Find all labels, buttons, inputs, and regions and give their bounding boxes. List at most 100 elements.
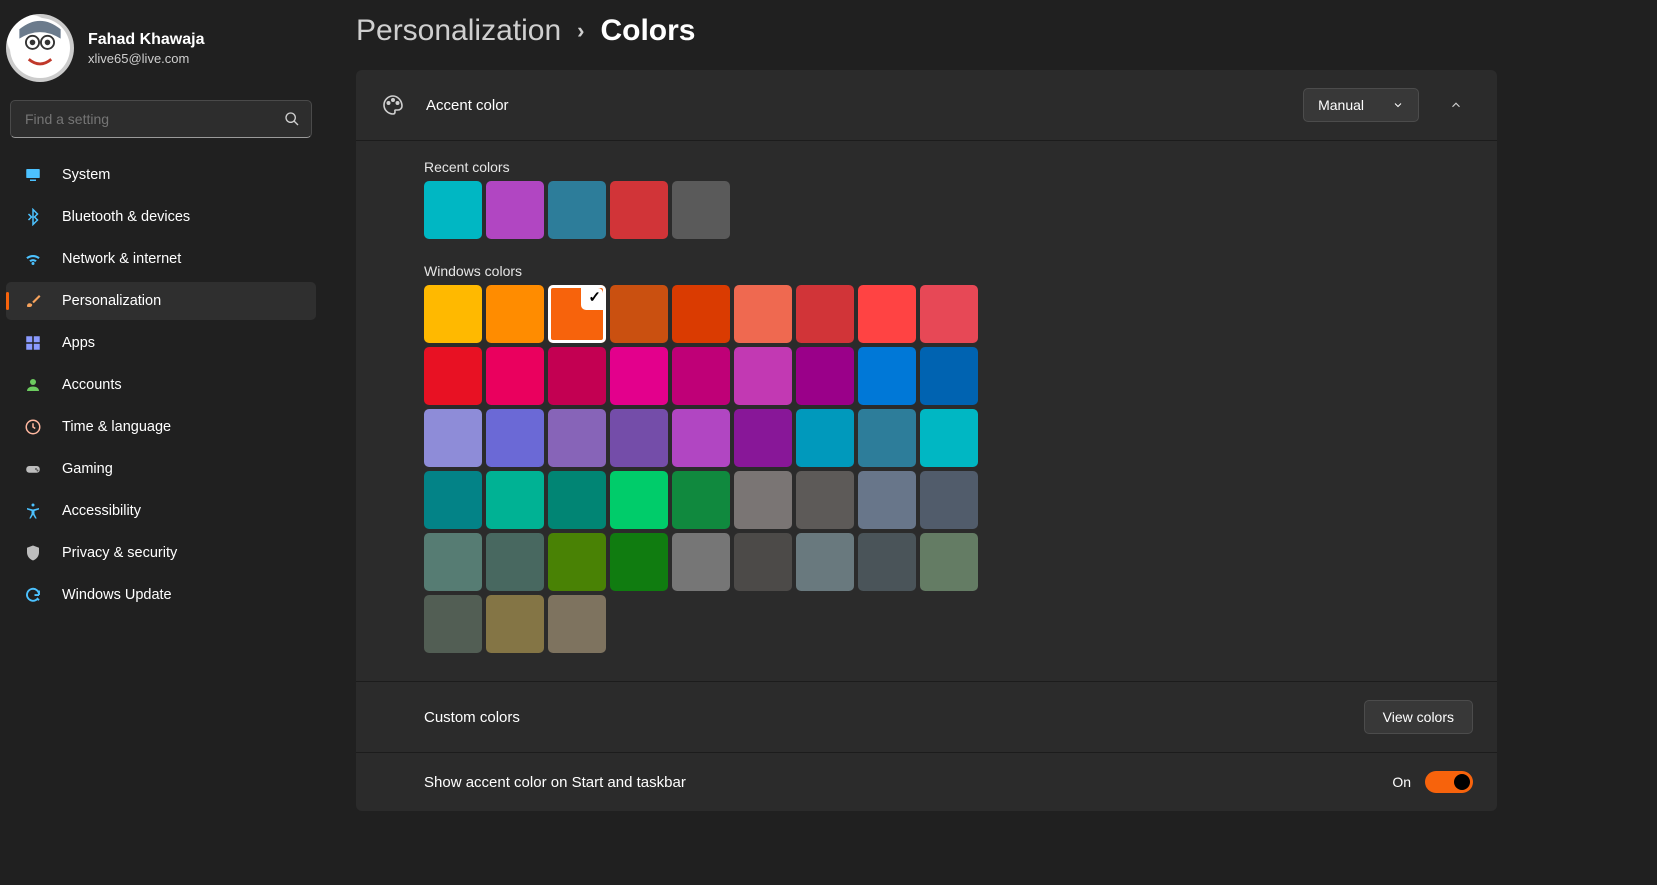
windows-color-swatch[interactable] — [424, 533, 482, 591]
recent-color-swatch[interactable] — [424, 181, 482, 239]
bluetooth-icon — [24, 208, 44, 226]
system-icon — [24, 166, 44, 184]
windows-color-swatch[interactable] — [424, 347, 482, 405]
windows-color-swatch[interactable] — [920, 347, 978, 405]
windows-color-swatch[interactable] — [548, 533, 606, 591]
avatar-illustration-icon — [10, 18, 70, 78]
sidebar-item-apps[interactable]: Apps — [6, 324, 316, 362]
collapse-button[interactable] — [1439, 88, 1473, 122]
sidebar-item-accessibility[interactable]: Accessibility — [6, 492, 316, 530]
sidebar-item-shield[interactable]: Privacy & security — [6, 534, 316, 572]
custom-colors-label: Custom colors — [424, 709, 1344, 726]
sidebar-item-clock[interactable]: Time & language — [6, 408, 316, 446]
windows-color-swatch[interactable] — [920, 285, 978, 343]
windows-color-swatch[interactable] — [610, 285, 668, 343]
windows-color-swatch[interactable] — [796, 285, 854, 343]
sidebar-item-user[interactable]: Accounts — [6, 366, 316, 404]
windows-color-swatch[interactable] — [734, 347, 792, 405]
recent-color-swatch[interactable] — [610, 181, 668, 239]
windows-color-swatch[interactable] — [734, 471, 792, 529]
accent-color-label: Accent color — [426, 97, 1283, 114]
windows-color-swatch[interactable] — [672, 347, 730, 405]
windows-color-swatch[interactable] — [548, 471, 606, 529]
recent-colors-label: Recent colors — [424, 159, 1473, 175]
windows-color-swatch[interactable] — [486, 595, 544, 653]
recent-color-swatch[interactable] — [548, 181, 606, 239]
profile-name: Fahad Khawaja — [88, 31, 204, 49]
breadcrumb: Personalization › Colors — [356, 14, 1497, 48]
breadcrumb-parent[interactable]: Personalization — [356, 14, 561, 48]
sidebar-item-brush[interactable]: Personalization — [6, 282, 316, 320]
sidebar-item-update[interactable]: Windows Update — [6, 576, 316, 614]
windows-color-swatch[interactable] — [548, 347, 606, 405]
accent-mode-value: Manual — [1318, 97, 1364, 113]
brush-icon — [24, 292, 44, 310]
nav: System Bluetooth & devices Network & inter… — [6, 156, 316, 614]
windows-color-swatch[interactable] — [424, 285, 482, 343]
windows-color-swatch[interactable] — [734, 533, 792, 591]
sidebar-item-system[interactable]: System — [6, 156, 316, 194]
profile-block[interactable]: Fahad Khawaja xlive65@live.com — [6, 14, 316, 100]
sidebar-item-label: System — [62, 167, 110, 183]
windows-color-swatch[interactable] — [734, 409, 792, 467]
accessibility-icon — [24, 502, 44, 520]
windows-color-swatch[interactable] — [486, 471, 544, 529]
view-colors-button[interactable]: View colors — [1364, 700, 1473, 734]
windows-color-swatch[interactable] — [486, 285, 544, 343]
accent-color-header[interactable]: Accent color Manual — [356, 70, 1497, 141]
custom-colors-row: Custom colors View colors — [356, 682, 1497, 753]
profile-text: Fahad Khawaja xlive65@live.com — [88, 31, 204, 66]
sidebar-item-bluetooth[interactable]: Bluetooth & devices — [6, 198, 316, 236]
windows-color-swatch[interactable] — [796, 533, 854, 591]
windows-color-swatch[interactable] — [920, 471, 978, 529]
chevron-down-icon — [1392, 99, 1404, 111]
windows-color-swatch[interactable] — [672, 471, 730, 529]
profile-email: xlive65@live.com — [88, 51, 204, 66]
windows-color-swatch[interactable] — [858, 533, 916, 591]
windows-color-swatch[interactable] — [672, 533, 730, 591]
windows-color-swatch[interactable] — [424, 595, 482, 653]
windows-color-swatch[interactable] — [486, 409, 544, 467]
windows-color-swatch[interactable] — [486, 533, 544, 591]
checkmark-icon: ✓ — [588, 288, 601, 306]
windows-color-swatch[interactable] — [610, 533, 668, 591]
windows-color-swatch[interactable] — [610, 471, 668, 529]
windows-color-swatch[interactable] — [920, 409, 978, 467]
update-icon — [24, 586, 44, 604]
windows-color-swatch[interactable] — [734, 285, 792, 343]
windows-color-swatch[interactable] — [424, 471, 482, 529]
windows-color-swatch[interactable] — [796, 347, 854, 405]
windows-color-swatch[interactable] — [858, 285, 916, 343]
recent-color-swatch[interactable] — [672, 181, 730, 239]
windows-color-swatch[interactable] — [858, 347, 916, 405]
windows-color-swatch[interactable] — [796, 471, 854, 529]
windows-color-swatch[interactable] — [486, 347, 544, 405]
windows-color-swatch[interactable] — [610, 409, 668, 467]
windows-color-swatch[interactable] — [672, 285, 730, 343]
accent-mode-dropdown[interactable]: Manual — [1303, 88, 1419, 122]
accent-color-body: Recent colors Windows colors ✓ — [356, 141, 1497, 682]
windows-color-swatch[interactable] — [548, 409, 606, 467]
windows-color-swatch[interactable] — [424, 409, 482, 467]
sidebar-item-label: Network & internet — [62, 251, 181, 267]
search-container — [10, 100, 312, 138]
avatar — [6, 14, 74, 82]
windows-color-swatch[interactable] — [548, 595, 606, 653]
sidebar-item-gamepad[interactable]: Gaming — [6, 450, 316, 488]
sidebar-item-wifi[interactable]: Network & internet — [6, 240, 316, 278]
sidebar-item-label: Personalization — [62, 293, 161, 309]
windows-color-swatch[interactable] — [610, 347, 668, 405]
search-input[interactable] — [10, 100, 312, 138]
show-accent-control: On — [1392, 771, 1473, 793]
show-accent-toggle[interactable] — [1425, 771, 1473, 793]
recent-color-swatch[interactable] — [486, 181, 544, 239]
windows-color-swatch[interactable] — [672, 409, 730, 467]
windows-color-swatch[interactable] — [796, 409, 854, 467]
sidebar-item-label: Time & language — [62, 419, 171, 435]
gamepad-icon — [24, 460, 44, 478]
windows-color-swatch[interactable] — [858, 409, 916, 467]
windows-color-swatch[interactable] — [920, 533, 978, 591]
breadcrumb-current: Colors — [600, 14, 695, 48]
windows-color-swatch[interactable] — [858, 471, 916, 529]
windows-color-swatch[interactable]: ✓ — [548, 285, 606, 343]
